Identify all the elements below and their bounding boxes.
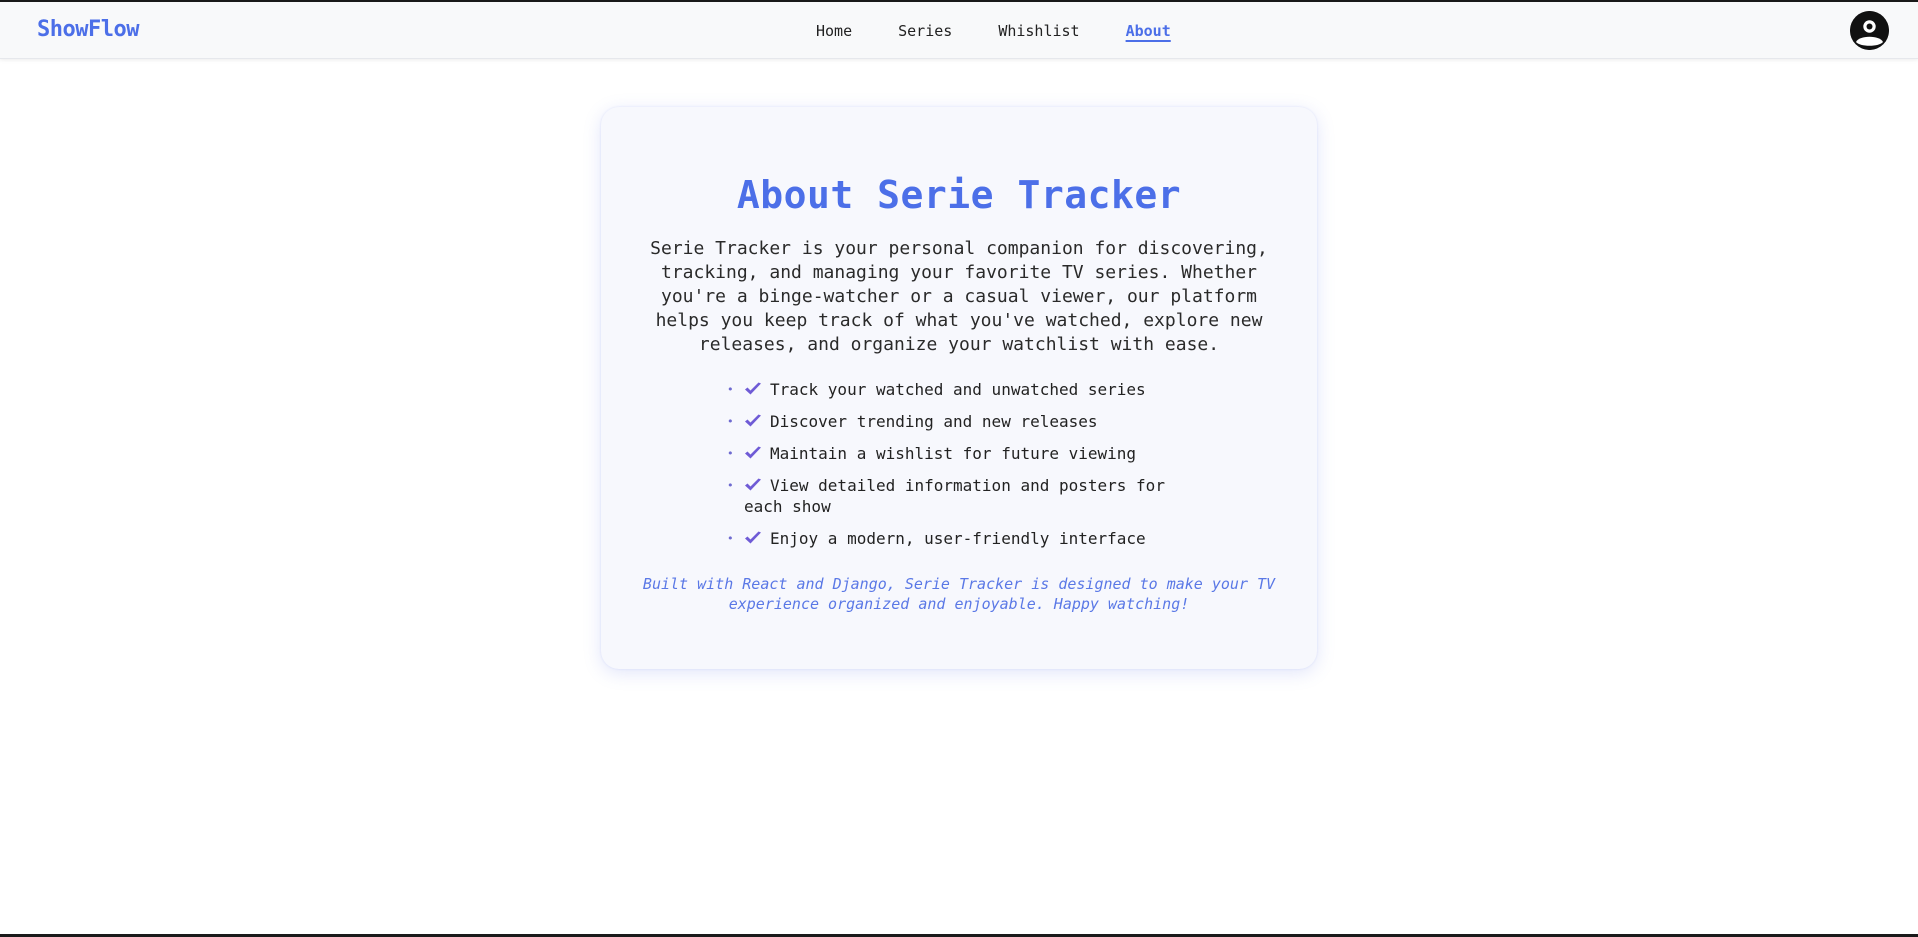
feature-label: Enjoy a modern, user-friendly interface: [770, 529, 1146, 548]
user-avatar-button[interactable]: [1850, 11, 1889, 50]
feature-item: • Maintain a wishlist for future viewing: [727, 443, 1187, 464]
feature-item: • Discover trending and new releases: [727, 411, 1187, 432]
nav-link-about[interactable]: About: [1126, 21, 1171, 41]
feature-label: Track your watched and unwatched series: [770, 380, 1146, 399]
footer-note: Built with React and Django, Serie Track…: [642, 575, 1276, 613]
check-icon: [745, 382, 761, 395]
page-title: About Serie Tracker: [736, 173, 1182, 217]
feature-item: • View detailed information and posters …: [727, 475, 1187, 517]
nav-links: Home Series Whishlist About: [816, 21, 1217, 41]
brand-logo[interactable]: ShowFlow: [37, 17, 139, 42]
feature-list: • Track your watched and unwatched serie…: [727, 379, 1187, 560]
nav-link-home[interactable]: Home: [816, 21, 852, 41]
bullet-icon: •: [727, 479, 734, 492]
nav-link-wishlist[interactable]: Whishlist: [998, 21, 1079, 41]
check-icon: [745, 531, 761, 544]
intro-paragraph: Serie Tracker is your personal companion…: [650, 238, 1268, 355]
nav-link-series[interactable]: Series: [898, 21, 952, 41]
about-card: About Serie Tracker Serie Tracker is you…: [601, 107, 1317, 669]
bullet-icon: •: [727, 415, 734, 428]
check-icon: [745, 414, 761, 427]
bullet-icon: •: [727, 383, 734, 396]
feature-item: • Track your watched and unwatched serie…: [727, 379, 1187, 400]
user-circle-icon: [1850, 11, 1889, 50]
check-icon: [745, 446, 761, 459]
feature-label: Maintain a wishlist for future viewing: [770, 444, 1137, 463]
feature-label: Discover trending and new releases: [770, 412, 1098, 431]
bullet-icon: •: [727, 447, 734, 460]
navbar: ShowFlow Home Series Whishlist About: [0, 2, 1918, 59]
feature-item: • Enjoy a modern, user-friendly interfac…: [727, 528, 1187, 549]
bullet-icon: •: [727, 532, 734, 545]
check-icon: [745, 478, 761, 491]
feature-label: View detailed information and posters fo…: [744, 476, 1165, 516]
